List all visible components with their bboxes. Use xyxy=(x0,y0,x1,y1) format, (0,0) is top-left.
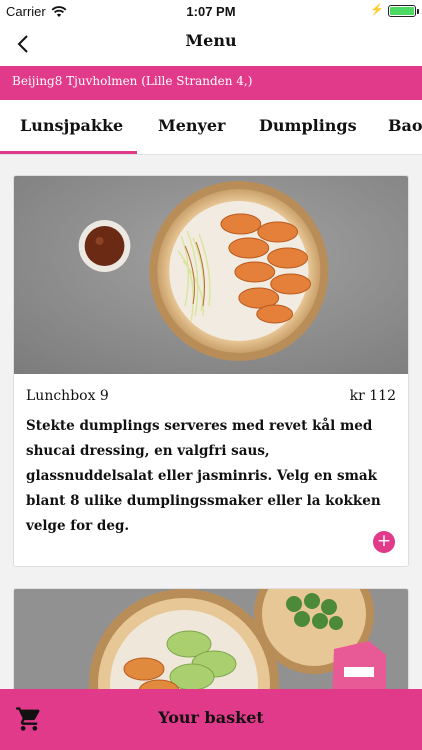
charging-icon: ⚡ xyxy=(370,4,384,16)
status-time: 1:07 PM xyxy=(186,4,236,19)
menu-item-name: Lunchbox 9 xyxy=(26,388,109,404)
nav-bar: Menu xyxy=(0,22,422,66)
active-tab-indicator xyxy=(0,151,137,154)
restaurant-location-banner: Beijing8 Tjuvholmen (Lille Stranden 4,) xyxy=(0,66,422,100)
menu-item-price: kr 112 xyxy=(349,388,396,404)
restaurant-location: Beijing8 Tjuvholmen (Lille Stranden 4,) xyxy=(12,74,253,88)
category-tabs: Lunsjpakke Menyer Dumplings Bao xyxy=(0,100,422,155)
basket-label: Your basket xyxy=(158,708,264,727)
add-to-basket-button[interactable]: + xyxy=(373,531,395,553)
page-title: Menu xyxy=(185,31,237,50)
plus-icon: + xyxy=(376,531,392,551)
tab-dumplings[interactable]: Dumplings xyxy=(259,116,357,135)
tab-bao[interactable]: Bao xyxy=(388,116,422,135)
tab-lunsjpakke[interactable]: Lunsjpakke xyxy=(20,116,123,135)
basket-button[interactable]: Your basket xyxy=(0,689,422,750)
menu-item-photo xyxy=(14,176,408,374)
tab-menyer[interactable]: Menyer xyxy=(158,116,225,135)
menu-item-card[interactable]: Lunchbox 9 kr 112 Stekte dumplings serve… xyxy=(13,175,409,567)
status-bar: Carrier 1:07 PM ⚡ xyxy=(0,0,422,22)
menu-item-description: Stekte dumplings serveres med revet kål … xyxy=(26,418,381,534)
battery-icon xyxy=(388,5,419,17)
